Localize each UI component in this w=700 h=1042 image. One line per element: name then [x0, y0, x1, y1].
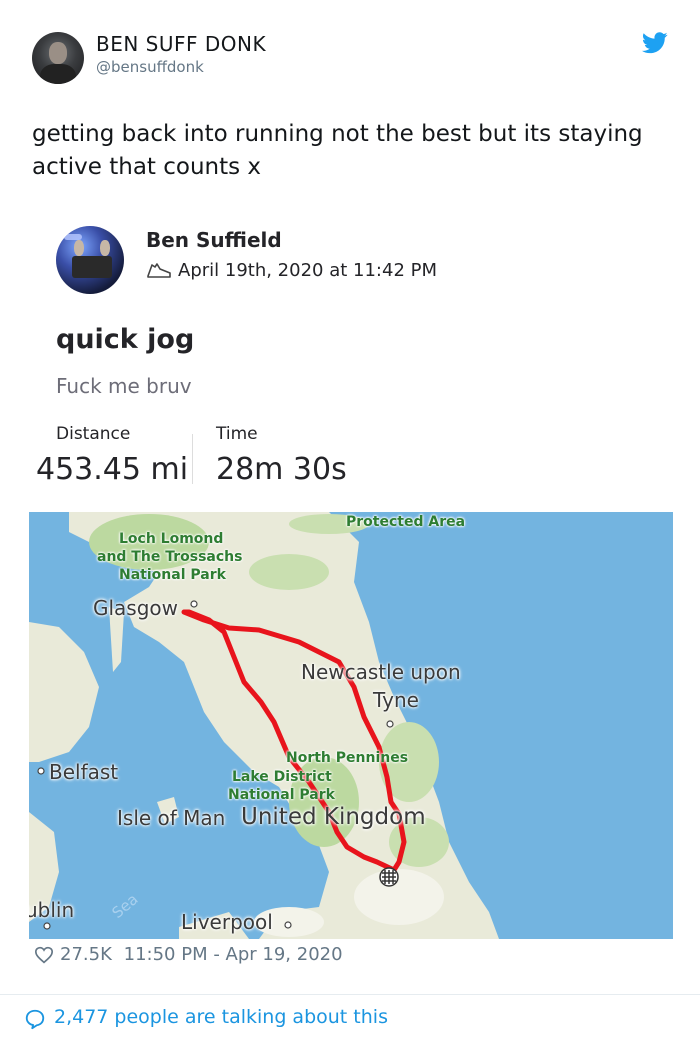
- like-count[interactable]: 27.5K: [60, 944, 112, 965]
- map-label-liverpool: Liverpool: [181, 910, 273, 934]
- tweet-meta: 27.5K 11:50 PM - Apr 19, 2020: [60, 944, 343, 965]
- city-dot: [386, 720, 394, 728]
- athlete-avatar[interactable]: [56, 226, 124, 294]
- activity-description: Fuck me bruv: [56, 374, 192, 398]
- map-label-lake-district: Lake District: [232, 769, 332, 785]
- map-label-isle-of-man: Isle of Man: [117, 806, 226, 830]
- map-label-north-pennines: North Pennines: [286, 750, 409, 766]
- city-dot: [284, 921, 292, 929]
- map-label-protected-area: Protected Area: [346, 514, 466, 530]
- author-handle[interactable]: @bensuffdonk: [96, 58, 204, 76]
- city-dot: [190, 600, 198, 608]
- twitter-bird-icon[interactable]: [642, 32, 668, 54]
- city-dot: [43, 922, 51, 930]
- map-label-dublin: ublin: [29, 898, 75, 922]
- activity-date: April 19th, 2020 at 11:42 PM: [178, 260, 437, 281]
- map-label-loch-lomond: National Park: [119, 567, 226, 583]
- map-label-loch-lomond: Loch Lomond: [119, 531, 224, 547]
- avatar-body: [40, 64, 76, 84]
- activity-title[interactable]: quick jog: [56, 324, 194, 355]
- land-northern-ireland: [29, 622, 99, 762]
- route-map[interactable]: Protected Area Loch Lomond and The Tross…: [29, 512, 673, 939]
- tweet-text: getting back into running not the best b…: [32, 121, 643, 180]
- author-name[interactable]: BEN SUFF DONK: [96, 32, 266, 56]
- athlete-name[interactable]: Ben Suffield: [146, 228, 282, 252]
- avatar-dj-deck: [72, 256, 112, 278]
- tweet-timestamp[interactable]: 11:50 PM - Apr 19, 2020: [124, 944, 343, 965]
- distance-value: 453.45 mi: [36, 452, 189, 487]
- map-label-newcastle: Tyne: [373, 688, 419, 712]
- footer-divider: [0, 994, 700, 995]
- stats-divider: [192, 434, 193, 484]
- time-label: Time: [216, 424, 258, 444]
- avatar-person: [74, 240, 84, 256]
- urban-area: [354, 869, 444, 925]
- map-label-united-kingdom: United Kingdom: [241, 804, 426, 830]
- comment-bubble-icon[interactable]: [24, 1008, 46, 1030]
- avatar-person: [100, 240, 110, 256]
- time-value: 28m 30s: [216, 452, 347, 487]
- heart-icon[interactable]: [34, 946, 54, 964]
- map-label-loch-lomond: and The Trossachs: [97, 549, 243, 565]
- map-label-lake-district: National Park: [228, 787, 335, 803]
- map-label-glasgow: Glasgow: [93, 596, 179, 620]
- shoe-icon: [147, 263, 171, 278]
- talking-about-link[interactable]: 2,477 people are talking about this: [54, 1006, 388, 1028]
- avatar-face: [49, 42, 67, 64]
- park-area: [249, 554, 329, 590]
- map-label-newcastle: Newcastle upon: [301, 660, 461, 684]
- city-dot: [37, 767, 45, 775]
- map-label-belfast: Belfast: [49, 760, 119, 784]
- distance-label: Distance: [56, 424, 131, 444]
- author-avatar[interactable]: [32, 32, 84, 84]
